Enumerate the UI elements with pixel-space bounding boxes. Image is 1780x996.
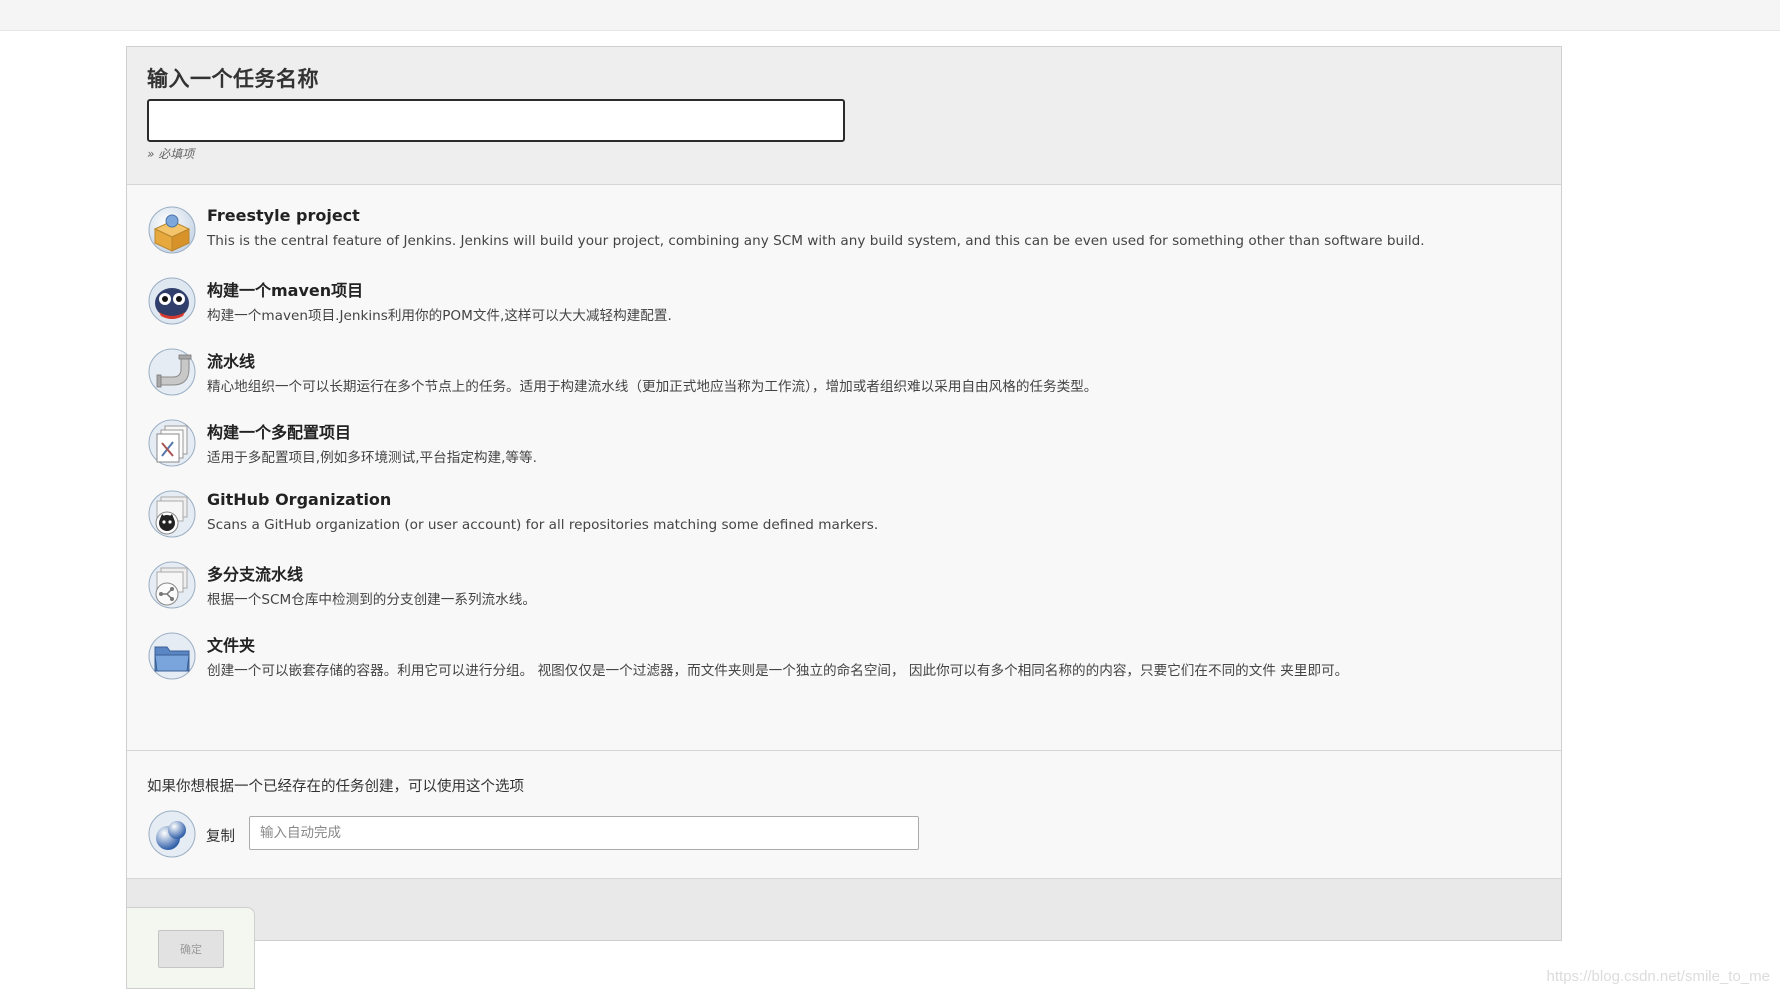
maven-owl-icon (148, 277, 196, 325)
multibranch-pipeline-icon (148, 561, 196, 609)
freestyle-box-icon (148, 206, 196, 254)
copy-from-input[interactable] (249, 816, 919, 850)
item-type-list: Freestyle project This is the central fe… (127, 185, 1561, 751)
item-type-description: 构建一个maven项目.Jenkins利用你的POM文件,这样可以大大减轻构建配… (207, 308, 672, 324)
item-type-description: 精心地组织一个可以长期运行在多个节点上的任务。适用于构建流水线（更加正式地应当称… (207, 379, 1098, 395)
copy-from-hint: 如果你想根据一个已经存在的任务创建，可以使用这个选项 (147, 779, 524, 795)
item-type-pipeline[interactable]: 流水线 精心地组织一个可以长期运行在多个节点上的任务。适用于构建流水线（更加正式… (147, 347, 1527, 407)
copy-spheres-icon (148, 810, 196, 858)
item-type-name: 流水线 (207, 352, 256, 371)
copy-from-label: 复制 (206, 829, 235, 845)
item-name-title: 输入一个任务名称 (147, 67, 319, 91)
item-type-multibranch-pipeline[interactable]: 多分支流水线 根据一个SCM仓库中检测到的分支创建一系列流水线。 (147, 560, 1527, 620)
item-type-freestyle[interactable]: Freestyle project This is the central fe… (147, 205, 1527, 265)
item-type-name: 多分支流水线 (207, 565, 304, 584)
item-type-name: 构建一个maven项目 (207, 281, 364, 300)
item-type-folder[interactable]: 文件夹 创建一个可以嵌套存储的容器。利用它可以进行分组。 视图仅仅是一个过滤器，… (147, 631, 1527, 691)
new-item-panel: 输入一个任务名称 » 必填项 Freestyle project This is… (126, 46, 1562, 989)
item-type-description: Scans a GitHub organization (or user acc… (207, 517, 879, 533)
item-type-github-organization[interactable]: GitHub Organization Scans a GitHub organ… (147, 489, 1527, 549)
item-name-section: 输入一个任务名称 » 必填项 (127, 47, 1561, 185)
item-type-name: 构建一个多配置项目 (207, 423, 352, 442)
item-type-description: 适用于多配置项目,例如多环境测试,平台指定构建,等等. (207, 450, 537, 466)
item-type-description: 创建一个可以嵌套存储的容器。利用它可以进行分组。 视图仅仅是一个过滤器，而文件夹… (207, 663, 1349, 679)
item-type-name: GitHub Organization (207, 490, 392, 509)
multi-config-icon (148, 419, 196, 467)
top-bar (0, 0, 1780, 31)
item-name-input[interactable] (147, 99, 845, 142)
pipeline-icon (148, 348, 196, 396)
item-type-description: This is the central feature of Jenkins. … (207, 233, 1425, 249)
item-type-maven[interactable]: 构建一个maven项目 构建一个maven项目.Jenkins利用你的POM文件… (147, 276, 1527, 336)
item-type-name: Freestyle project (207, 206, 360, 225)
item-type-name: 文件夹 (207, 636, 256, 655)
required-hint: » 必填项 (147, 147, 195, 161)
ok-button[interactable]: 确定 (158, 930, 224, 968)
item-type-multi-config[interactable]: 构建一个多配置项目 适用于多配置项目,例如多环境测试,平台指定构建,等等. (147, 418, 1527, 478)
folder-icon (148, 632, 196, 680)
ok-button-container: 确定 (126, 907, 255, 989)
github-organization-icon (148, 490, 196, 538)
form-footer: 确定 (126, 879, 1561, 989)
copy-from-section: 如果你想根据一个已经存在的任务创建，可以使用这个选项 复制 (127, 751, 1561, 879)
watermark: https://blog.csdn.net/smile_to_me (1546, 968, 1770, 985)
item-type-description: 根据一个SCM仓库中检测到的分支创建一系列流水线。 (207, 592, 536, 608)
